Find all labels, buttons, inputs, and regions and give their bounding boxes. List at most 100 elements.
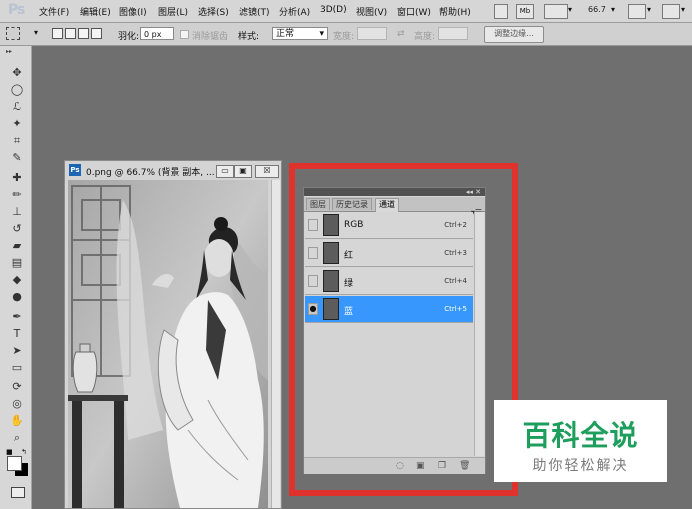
menu-window[interactable]: 窗口(W) xyxy=(397,5,431,18)
menu-select[interactable]: 选择(S) xyxy=(198,5,229,18)
hand-tool-icon[interactable]: ✋ xyxy=(10,414,24,428)
style-select[interactable]: 正常 ▾ xyxy=(272,27,328,40)
new-channel-icon[interactable]: ❐ xyxy=(438,461,446,471)
screen-mode-icon[interactable] xyxy=(662,4,680,19)
height-label: 高度: xyxy=(414,32,436,42)
panel-header[interactable]: ◂◂ ✕ xyxy=(304,188,485,196)
menu-help[interactable]: 帮助(H) xyxy=(439,5,471,18)
move-tool-icon[interactable]: ✥ xyxy=(10,66,24,80)
visibility-toggle[interactable] xyxy=(308,247,318,259)
menu-layer[interactable]: 图层(L) xyxy=(158,5,188,18)
document-scrollbar[interactable] xyxy=(271,180,280,508)
quick-mask-icon[interactable] xyxy=(11,487,25,498)
height-input[interactable] xyxy=(438,27,468,40)
menu-file[interactable]: 文件(F) xyxy=(39,5,69,18)
options-bar: ▾ 羽化: 0 px 消除锯齿 样式: 正常 ▾ 宽度: ⇄ 高度: 调整边缘.… xyxy=(0,23,692,46)
grayscale-photo xyxy=(68,180,268,508)
intersect-selection-icon[interactable] xyxy=(91,28,102,39)
magic-wand-tool-icon[interactable]: ✦ xyxy=(10,117,24,131)
style-select-value: 正常 xyxy=(276,29,295,39)
ps-document-icon: Ps xyxy=(69,164,81,176)
channel-name: 红 xyxy=(344,251,354,261)
width-input[interactable] xyxy=(357,27,387,40)
channel-shortcut: Ctrl+3 xyxy=(444,249,467,257)
panel-tabs: 图层 历史记录 通道 ▾☰ xyxy=(304,197,485,217)
gradient-tool-icon[interactable]: ▤ xyxy=(10,256,24,270)
refine-edge-button[interactable]: 调整边缘... xyxy=(484,26,544,43)
swap-icon[interactable]: ⇄ xyxy=(397,29,405,39)
menu-analysis[interactable]: 分析(A) xyxy=(279,5,310,18)
default-colors-icon[interactable]: ■ xyxy=(6,448,13,456)
menu-filter[interactable]: 滤镜(T) xyxy=(239,5,270,18)
new-selection-icon[interactable] xyxy=(52,28,63,39)
marquee-tool-icon[interactable] xyxy=(6,27,20,40)
zoom-level[interactable]: 66.7 xyxy=(588,5,606,14)
marquee-tool-icon[interactable]: ◯ xyxy=(10,83,24,97)
delete-channel-icon[interactable]: 🗑 xyxy=(459,461,470,471)
healing-brush-tool-icon[interactable]: ✚ xyxy=(10,171,24,185)
eyedropper-tool-icon[interactable]: ✎ xyxy=(10,151,24,165)
load-selection-icon[interactable]: ◌ xyxy=(396,461,404,471)
save-selection-icon[interactable]: ▣ xyxy=(416,461,425,471)
lasso-tool-icon[interactable]: ℒ xyxy=(10,100,24,114)
chevron-down-icon[interactable]: ▾ xyxy=(568,5,572,14)
zoom-tool-icon[interactable]: ⌕ xyxy=(10,431,24,445)
channel-thumbnail xyxy=(323,214,339,236)
channel-row-blue[interactable]: ● 蓝 Ctrl+5 xyxy=(305,296,473,323)
add-selection-icon[interactable] xyxy=(65,28,76,39)
antialias-checkbox[interactable] xyxy=(180,30,189,39)
close-button[interactable]: ☒ xyxy=(255,165,279,178)
channel-row-rgb[interactable]: RGB Ctrl+2 xyxy=(305,212,473,239)
minibridge-icon[interactable]: Mb xyxy=(516,4,534,19)
crop-tool-icon[interactable]: ⌗ xyxy=(10,134,24,148)
channel-row-green[interactable]: 绿 Ctrl+4 xyxy=(305,268,473,295)
path-selection-tool-icon[interactable]: ➤ xyxy=(10,344,24,358)
pen-tool-icon[interactable]: ✒ xyxy=(10,310,24,324)
toolbox-collapse-icon[interactable]: ▸▸ xyxy=(6,48,12,55)
channels-panel: ◂◂ ✕ 图层 历史记录 通道 ▾☰ RGB Ctrl+2 红 Ctrl+3 绿… xyxy=(303,187,486,474)
channel-name: RGB xyxy=(344,220,364,230)
tab-history[interactable]: 历史记录 xyxy=(332,198,372,210)
document-title-bar[interactable]: Ps 0.png @ 66.7% (背景 副本, ... ▭ ▣ ☒ xyxy=(69,164,279,178)
tab-layers[interactable]: 图层 xyxy=(306,198,330,210)
menu-view[interactable]: 视图(V) xyxy=(356,5,387,18)
tab-channels[interactable]: 通道 xyxy=(375,198,399,212)
watermark: 百科全说 助你轻松解决 xyxy=(494,400,667,482)
channel-name: 绿 xyxy=(344,279,354,289)
type-tool-icon[interactable]: T xyxy=(10,327,24,341)
visibility-toggle[interactable] xyxy=(308,219,318,231)
eye-icon[interactable]: ● xyxy=(308,303,318,315)
feather-input[interactable]: 0 px xyxy=(140,27,174,40)
clone-stamp-tool-icon[interactable]: ⊥ xyxy=(10,205,24,219)
visibility-toggle[interactable] xyxy=(308,275,318,287)
swap-colors-icon[interactable]: ↰ xyxy=(21,448,27,456)
maximize-button[interactable]: ▣ xyxy=(234,165,252,178)
chevron-down-icon[interactable]: ▾ xyxy=(647,5,651,14)
eraser-tool-icon[interactable]: ▰ xyxy=(10,239,24,253)
history-brush-tool-icon[interactable]: ↺ xyxy=(10,222,24,236)
dodge-tool-icon[interactable]: ● xyxy=(10,290,24,304)
blur-tool-icon[interactable]: ◆ xyxy=(10,273,24,287)
foreground-color-swatch[interactable] xyxy=(7,456,22,471)
subtract-selection-icon[interactable] xyxy=(78,28,89,39)
menu-image[interactable]: 图像(I) xyxy=(119,5,147,18)
3d-orbit-tool-icon[interactable]: ◎ xyxy=(10,397,24,411)
minimize-button[interactable]: ▭ xyxy=(216,165,234,178)
brush-tool-icon[interactable]: ✏ xyxy=(10,188,24,202)
chevron-down-icon[interactable]: ▾ xyxy=(611,5,615,14)
view-extras-icon[interactable] xyxy=(544,4,568,19)
menu-edit[interactable]: 编辑(E) xyxy=(80,5,111,18)
channel-row-red[interactable]: 红 Ctrl+3 xyxy=(305,240,473,267)
channel-name: 蓝 xyxy=(344,307,354,317)
shape-tool-icon[interactable]: ▭ xyxy=(10,361,24,375)
3d-rotate-tool-icon[interactable]: ⟳ xyxy=(10,380,24,394)
arrange-documents-icon[interactable] xyxy=(628,4,646,19)
channel-shortcut: Ctrl+5 xyxy=(444,305,467,313)
chevron-down-icon[interactable]: ▾ xyxy=(681,5,685,14)
menu-3d[interactable]: 3D(D) xyxy=(320,5,347,15)
document-canvas[interactable] xyxy=(68,180,268,508)
bridge-icon[interactable] xyxy=(494,4,508,19)
chevron-down-icon[interactable]: ▾ xyxy=(34,28,38,37)
width-label: 宽度: xyxy=(333,32,355,42)
panel-scrollbar[interactable] xyxy=(474,212,484,456)
